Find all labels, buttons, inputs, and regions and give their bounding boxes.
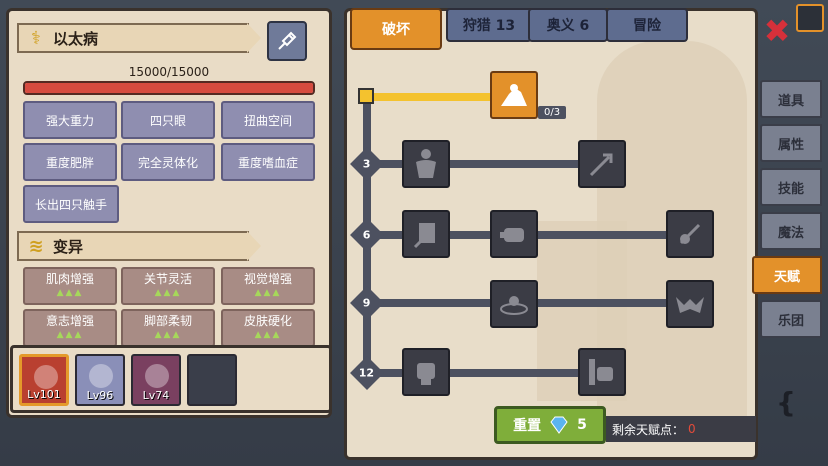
character-level: Lv96 xyxy=(86,389,114,402)
talent-node-muscle-body[interactable] xyxy=(402,140,450,188)
talent-node-demon-wing[interactable] xyxy=(666,280,714,328)
character-portrait xyxy=(201,364,225,388)
mutation-banner: ≋ 变异 xyxy=(17,231,261,261)
dna-icon: ≋ xyxy=(28,235,44,257)
mutation-label: 脚部柔韧 xyxy=(143,314,192,329)
remaining-points: 剩余天赋点： 0 xyxy=(606,416,756,442)
side-tab[interactable]: 属性 xyxy=(760,124,822,162)
dna-icon: ⚕ xyxy=(31,27,41,49)
mutation-label: 皮肤硬化 xyxy=(243,314,292,329)
trait-button[interactable]: 完全灵体化 xyxy=(121,143,215,181)
gem-icon xyxy=(549,416,569,434)
side-tab[interactable]: 技能 xyxy=(760,168,822,206)
tab-2[interactable]: 奥义 6 xyxy=(528,8,608,42)
tree-branch-top xyxy=(372,93,492,101)
muscle-body-icon xyxy=(411,148,441,180)
hp-text: 15000/15000 xyxy=(128,65,210,79)
trait-button[interactable]: 四只眼 xyxy=(121,101,215,139)
mutation-button[interactable]: 脚部柔韧 ▲▲▲ xyxy=(121,309,215,347)
shield-slash-icon xyxy=(411,219,441,249)
side-tab[interactable]: 道具 xyxy=(760,80,822,118)
tab-1[interactable]: 狩猎 13 xyxy=(446,8,532,42)
mutation-button[interactable]: 关节灵活 ▲▲▲ xyxy=(121,267,215,305)
mutation-level-marks: ▲▲▲ xyxy=(56,287,84,298)
character-portrait xyxy=(145,364,169,388)
trait-button[interactable]: 扭曲空间 xyxy=(221,101,315,139)
character-level: Lv101 xyxy=(27,388,61,401)
mutation-button[interactable]: 皮肤硬化 ▲▲▲ xyxy=(221,309,315,347)
mutation-title: 变异 xyxy=(53,237,84,256)
talent-node-arm-wrestle[interactable] xyxy=(490,71,538,119)
corner-map-icon[interactable] xyxy=(796,4,824,32)
mutation-level-marks: ▲▲▲ xyxy=(154,287,182,298)
party-slot[interactable]: Lv101 xyxy=(19,354,69,406)
talent-node-arrow-hit[interactable] xyxy=(578,140,626,188)
tab-3[interactable]: 冒险 xyxy=(606,8,688,42)
remaining-label: 剩余天赋点： xyxy=(612,422,685,437)
hp-bar xyxy=(23,81,315,95)
character-portrait xyxy=(34,365,58,389)
tab-0[interactable]: 破坏 xyxy=(350,8,442,50)
mutation-button[interactable]: 肌肉增强 ▲▲▲ xyxy=(23,267,117,305)
party-strip: Lv101 Lv96 Lv74 xyxy=(10,345,332,413)
mutation-button[interactable]: 意志增强 ▲▲▲ xyxy=(23,309,117,347)
talent-node-punch[interactable] xyxy=(490,210,538,258)
party-slot[interactable] xyxy=(187,354,237,406)
portal-icon xyxy=(498,291,530,317)
talent-node-portal[interactable] xyxy=(490,280,538,328)
close-icon[interactable]: ✖ xyxy=(760,12,794,50)
talent-node-fist[interactable] xyxy=(402,348,450,396)
mutation-label: 意志增强 xyxy=(45,314,94,329)
banner-tail xyxy=(247,23,261,53)
banner-tail xyxy=(247,231,261,261)
talent-node-blood-splash[interactable] xyxy=(666,210,714,258)
fist-wall-icon xyxy=(587,357,617,387)
mutation-level-marks: ▲▲▲ xyxy=(56,329,84,340)
bracket-icon: { xyxy=(776,385,796,419)
syringe-icon xyxy=(275,29,299,53)
character-name: 以太病 xyxy=(53,29,99,48)
side-tab[interactable]: 乐团 xyxy=(760,300,822,338)
trait-button[interactable]: 重度肥胖 xyxy=(23,143,117,181)
talent-node-fist-wall[interactable] xyxy=(578,348,626,396)
party-slot[interactable]: Lv74 xyxy=(131,354,181,406)
side-tab[interactable]: 天赋 xyxy=(752,256,822,294)
arm-wrestle-icon xyxy=(497,80,531,110)
fist-icon xyxy=(412,357,440,387)
character-level: Lv74 xyxy=(142,389,170,402)
hp-fill xyxy=(25,83,313,93)
mutation-button[interactable]: 视觉增强 ▲▲▲ xyxy=(221,267,315,305)
mutation-label: 肌肉增强 xyxy=(45,272,94,287)
syringe-button[interactable] xyxy=(267,21,307,61)
talent-node-count: 0/3 xyxy=(538,106,567,119)
tree-start xyxy=(358,88,374,104)
mutation-level-marks: ▲▲▲ xyxy=(254,329,282,340)
arrow-hit-icon xyxy=(587,149,617,179)
mutation-label: 视觉增强 xyxy=(243,272,292,287)
party-slot[interactable]: Lv96 xyxy=(75,354,125,406)
trait-button[interactable]: 强大重力 xyxy=(23,101,117,139)
blood-splash-icon xyxy=(675,219,705,249)
side-tab[interactable]: 魔法 xyxy=(760,212,822,250)
character-name-banner: ⚕ 以太病 xyxy=(17,23,261,53)
remaining-value: 0 xyxy=(688,422,696,436)
trait-button[interactable]: 重度嗜血症 xyxy=(221,143,315,181)
reset-label: 重置 xyxy=(513,418,542,434)
mutation-label: 关节灵活 xyxy=(143,272,192,287)
punch-icon xyxy=(498,220,530,248)
trait-button[interactable]: 长出四只触手 xyxy=(23,185,119,223)
gem-cost: 5 xyxy=(577,417,587,433)
demon-wing-icon xyxy=(674,291,706,317)
talent-node-shield-slash[interactable] xyxy=(402,210,450,258)
mutation-level-marks: ▲▲▲ xyxy=(154,329,182,340)
character-portrait xyxy=(89,364,113,388)
reset-button[interactable]: 重置 5 xyxy=(494,406,606,444)
mutation-level-marks: ▲▲▲ xyxy=(254,287,282,298)
